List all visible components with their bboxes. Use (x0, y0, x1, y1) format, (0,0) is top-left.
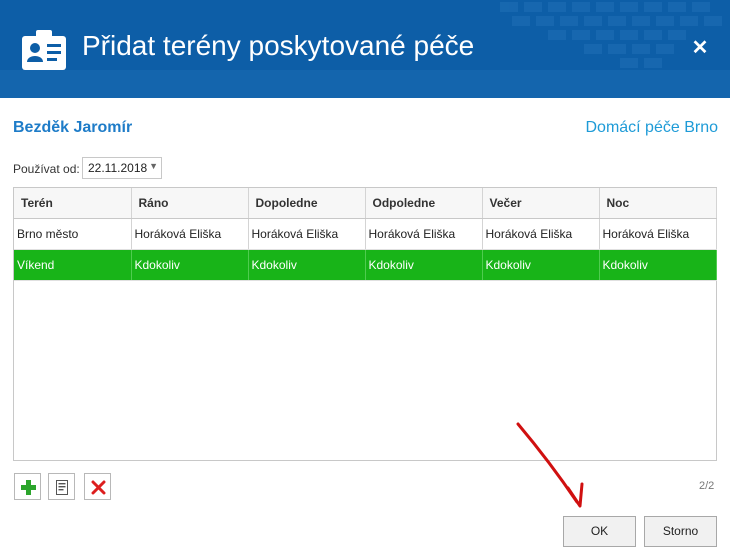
date-value: 22.11.2018 (88, 161, 148, 175)
client-name: Bezděk Jaromír (13, 119, 133, 136)
organization-name: Domácí péče Brno (585, 119, 718, 136)
chevron-down-icon[interactable]: ▼ (149, 161, 158, 171)
dialog-title: Přidat terény poskytované péče (82, 30, 475, 61)
table-cell[interactable]: Kdokoliv (599, 249, 717, 281)
column-header-odpoledne[interactable]: Odpoledne (365, 188, 483, 219)
table-cell[interactable]: Víkend (14, 249, 132, 281)
edit-row-button[interactable] (48, 473, 75, 500)
document-icon (56, 480, 68, 495)
column-header-noc[interactable]: Noc (599, 188, 717, 219)
table-cell[interactable]: Horáková Eliška (248, 218, 366, 250)
x-icon (91, 480, 106, 495)
table-cell[interactable]: Horáková Eliška (131, 218, 249, 250)
plus-icon (21, 480, 36, 495)
table-cell[interactable]: Brno město (14, 218, 132, 250)
table-cell[interactable]: Kdokoliv (482, 249, 600, 281)
terrain-grid: Terén Ráno Dopoledne Odpoledne Večer Noc… (13, 187, 717, 461)
id-card-icon (22, 30, 66, 70)
table-cell[interactable]: Horáková Eliška (365, 218, 483, 250)
date-select[interactable]: 22.11.2018 ▼ (82, 157, 162, 179)
table-cell[interactable]: Horáková Eliška (599, 218, 717, 250)
ok-button[interactable]: OK (563, 516, 636, 547)
table-cell[interactable]: Kdokoliv (131, 249, 249, 281)
delete-row-button[interactable] (84, 473, 111, 500)
close-icon[interactable]: ✕ (690, 38, 710, 58)
terrain-table: Terén Ráno Dopoledne Odpoledne Večer Noc… (14, 188, 717, 281)
table-row-selected[interactable]: Víkend Kdokoliv Kdokoliv Kdokoliv Kdokol… (14, 249, 717, 281)
table-cell[interactable]: Kdokoliv (365, 249, 483, 281)
cancel-button[interactable]: Storno (644, 516, 717, 547)
table-cell[interactable]: Horáková Eliška (482, 218, 600, 250)
table-header-row: Terén Ráno Dopoledne Odpoledne Večer Noc (14, 188, 717, 219)
column-header-rano[interactable]: Ráno (131, 188, 249, 219)
add-row-button[interactable] (14, 473, 41, 500)
column-header-dopoledne[interactable]: Dopoledne (248, 188, 366, 219)
column-header-vecer[interactable]: Večer (482, 188, 600, 219)
column-header-teren[interactable]: Terén (14, 188, 132, 219)
pager-indicator: 2/2 (699, 480, 715, 492)
table-cell[interactable]: Kdokoliv (248, 249, 366, 281)
table-row[interactable]: Brno město Horáková Eliška Horáková Eliš… (14, 218, 717, 250)
dialog-header: Přidat terény poskytované péče ✕ (0, 0, 730, 98)
date-label: Používat od: (13, 162, 80, 176)
